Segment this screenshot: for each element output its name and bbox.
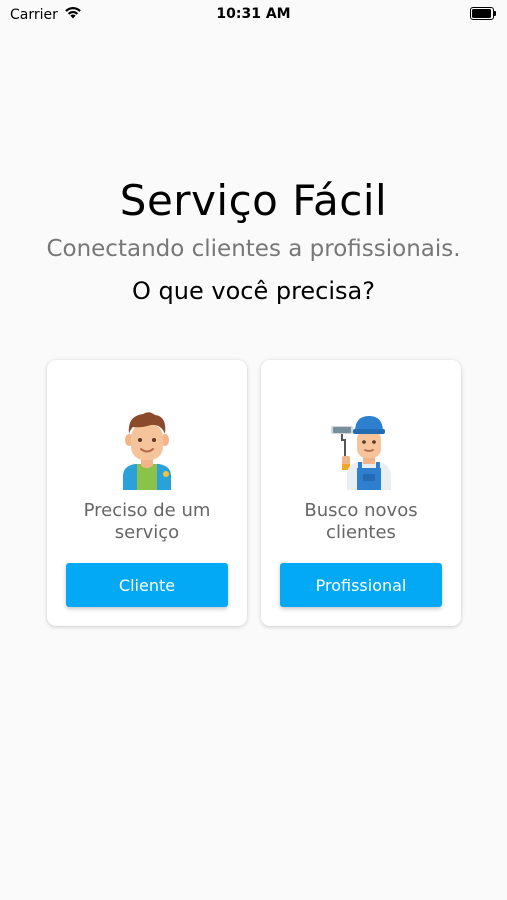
battery-icon bbox=[470, 7, 496, 20]
painter-worker-icon bbox=[261, 410, 461, 490]
status-time: 10:31 AM bbox=[216, 6, 291, 22]
app-subtitle: Conectando clientes a profissionais. bbox=[46, 236, 461, 262]
status-bar: Carrier 10:31 AM bbox=[0, 0, 507, 28]
client-card[interactable]: Preciso de um serviço Cliente bbox=[47, 360, 247, 626]
app-title: Serviço Fácil bbox=[119, 176, 388, 225]
client-button[interactable]: Cliente bbox=[66, 563, 228, 607]
question-prompt: O que você precisa? bbox=[132, 277, 375, 305]
client-avatar-icon bbox=[47, 410, 247, 490]
client-card-text: Preciso de um serviço bbox=[83, 500, 211, 543]
professional-card-text: Busco novos clientes bbox=[304, 500, 418, 543]
professional-button[interactable]: Profissional bbox=[280, 563, 442, 607]
professional-card[interactable]: Busco novos clientes Profissional bbox=[261, 360, 461, 626]
